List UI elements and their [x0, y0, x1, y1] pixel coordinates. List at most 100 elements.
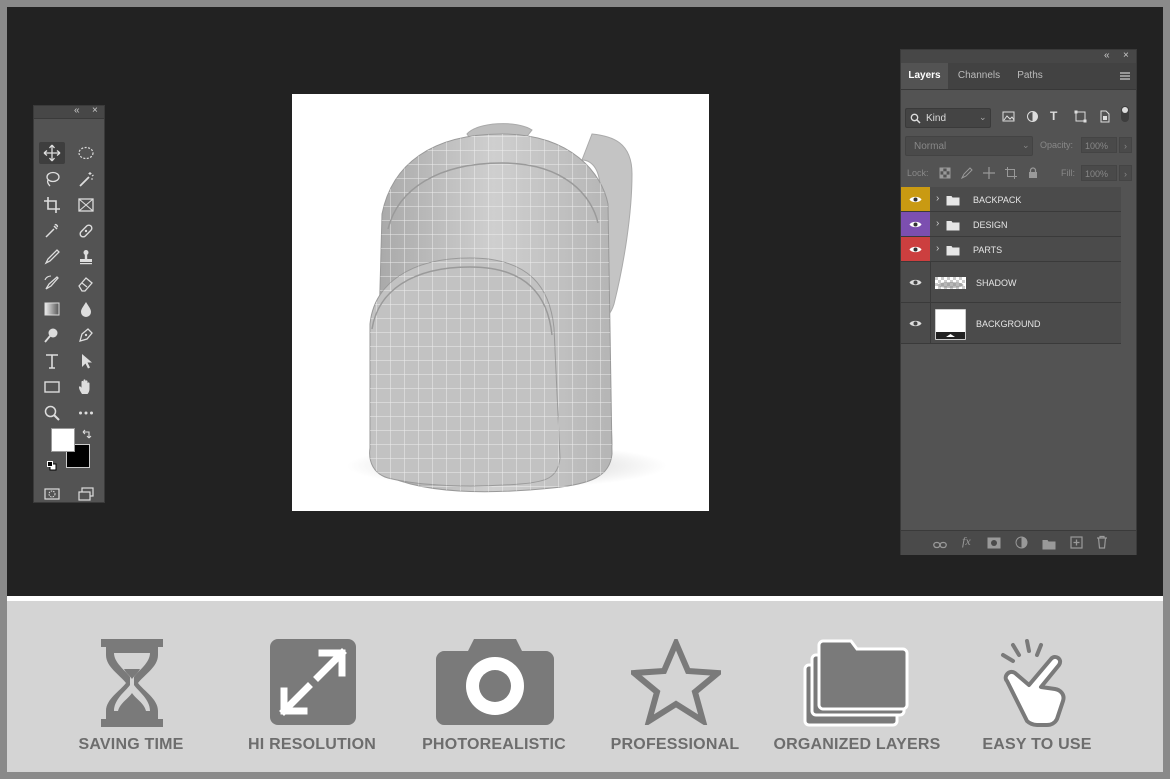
feature-label: PHOTOREALISTIC — [422, 736, 566, 753]
delete-layer-icon[interactable] — [1096, 535, 1108, 554]
healing-brush-icon[interactable] — [73, 220, 99, 242]
tab-channels[interactable]: Channels — [951, 63, 1007, 89]
tab-paths[interactable]: Paths — [1011, 63, 1049, 89]
filter-pixel-icon[interactable] — [1002, 110, 1015, 128]
tab-layers[interactable]: Layers — [901, 63, 948, 89]
lasso-tool-icon[interactable] — [39, 168, 65, 190]
expand-chevron-icon[interactable]: › — [936, 243, 939, 254]
chevron-down-icon: ⌄ — [1022, 140, 1030, 150]
filter-kind-select[interactable]: Kind ⌄ — [905, 108, 991, 128]
fill-dropdown-icon[interactable]: › — [1119, 165, 1132, 181]
new-group-icon[interactable] — [1042, 537, 1056, 555]
dodge-tool-icon[interactable] — [39, 324, 65, 346]
feature-label: EASY TO USE — [982, 736, 1092, 753]
folder-icon — [946, 218, 960, 236]
move-tool-icon[interactable] — [39, 142, 65, 164]
swap-colors-icon[interactable] — [81, 427, 93, 445]
visibility-eye-icon[interactable] — [901, 303, 931, 343]
layer-thumbnail — [935, 276, 966, 294]
brush-tool-icon[interactable] — [39, 246, 65, 268]
filter-smart-object-icon[interactable] — [1098, 110, 1111, 128]
folder-icon — [946, 193, 960, 211]
new-layer-icon[interactable] — [1070, 536, 1083, 554]
filter-toggle[interactable] — [1121, 106, 1129, 122]
marquee-tool-icon[interactable] — [73, 142, 99, 164]
link-layers-icon[interactable] — [933, 537, 947, 555]
camera-icon — [436, 639, 554, 725]
gradient-tool-icon[interactable] — [39, 298, 65, 320]
filter-type-icon[interactable]: T — [1050, 109, 1057, 123]
star-icon — [631, 639, 721, 725]
feature-label: ORGANIZED LAYERS — [773, 736, 941, 753]
frame-tool-icon[interactable] — [73, 194, 99, 216]
expand-chevron-icon[interactable]: › — [936, 218, 939, 229]
expand-chevron-icon[interactable]: › — [936, 193, 939, 204]
chevron-down-icon: ⌄ — [979, 112, 987, 122]
more-tools-icon[interactable] — [73, 402, 99, 424]
layer-row-design[interactable]: › DESIGN — [901, 212, 1121, 237]
document-canvas[interactable] — [292, 94, 709, 511]
layer-row-parts[interactable]: › PARTS — [901, 237, 1121, 262]
close-icon[interactable]: × — [92, 105, 98, 116]
lock-label: Lock: — [907, 168, 929, 178]
photoshop-workspace: « × « × Layers Channels Paths Kind ⌄ T N… — [7, 7, 1163, 596]
folders-icon — [803, 639, 909, 727]
crop-tool-icon[interactable] — [39, 194, 65, 216]
collapse-icon[interactable]: « — [1104, 50, 1110, 61]
filter-shape-icon[interactable] — [1074, 110, 1087, 128]
lock-position-icon[interactable] — [983, 166, 995, 184]
lock-transparent-icon[interactable] — [939, 166, 951, 184]
foreground-color-swatch[interactable] — [51, 428, 75, 452]
layer-row-backpack[interactable]: › BACKPACK — [901, 187, 1121, 212]
layer-name: DESIGN — [973, 220, 1008, 230]
stamp-tool-icon[interactable] — [73, 246, 99, 268]
layers-panel-header[interactable]: « × — [901, 50, 1136, 63]
pen-tool-icon[interactable] — [73, 324, 99, 346]
layer-name: BACKPACK — [973, 195, 1022, 205]
feature-label: PROFESSIONAL — [610, 736, 740, 753]
rectangle-tool-icon[interactable] — [39, 376, 65, 398]
layer-name: PARTS — [973, 245, 1003, 255]
fill-label: Fill: — [1061, 168, 1075, 178]
layer-row-background[interactable]: BACKGROUND — [901, 303, 1121, 344]
lock-image-icon[interactable] — [960, 166, 973, 184]
default-colors-icon[interactable] — [47, 458, 57, 476]
quick-mask-icon[interactable] — [39, 483, 65, 505]
tools-panel-header[interactable]: « × — [34, 105, 104, 119]
layers-panel: « × Layers Channels Paths Kind ⌄ T Norma… — [900, 49, 1137, 555]
layer-row-shadow[interactable]: SHADOW — [901, 262, 1121, 303]
fill-input[interactable]: 100% — [1081, 165, 1117, 181]
hand-tool-icon[interactable] — [73, 376, 99, 398]
adjustment-layer-icon[interactable] — [1015, 536, 1028, 554]
add-mask-icon[interactable] — [987, 536, 1001, 554]
visibility-eye-icon[interactable] — [901, 237, 930, 261]
path-selection-icon[interactable] — [73, 350, 99, 372]
panel-menu-icon[interactable] — [1119, 69, 1131, 87]
zoom-tool-icon[interactable] — [39, 402, 65, 424]
history-brush-icon[interactable] — [39, 272, 65, 294]
eraser-tool-icon[interactable] — [73, 272, 99, 294]
type-tool-icon[interactable] — [39, 350, 65, 372]
eyedropper-tool-icon[interactable] — [39, 220, 65, 242]
opacity-dropdown-icon[interactable]: › — [1119, 137, 1132, 153]
filter-kind-label: Kind — [926, 113, 947, 124]
close-icon[interactable]: × — [1123, 50, 1129, 61]
layer-thumbnail — [934, 308, 967, 345]
magic-wand-icon[interactable] — [73, 168, 99, 190]
lock-artboard-icon[interactable] — [1005, 166, 1017, 184]
fx-icon[interactable]: fx — [962, 534, 971, 549]
blur-tool-icon[interactable] — [73, 298, 99, 320]
lock-all-icon[interactable] — [1027, 166, 1039, 184]
expand-icon — [270, 639, 356, 725]
panel-tabs: Layers Channels Paths — [901, 63, 1136, 90]
screen-mode-icon[interactable] — [73, 483, 99, 505]
filter-adjustment-icon[interactable] — [1026, 110, 1039, 128]
blend-mode-select[interactable]: Normal ⌄ — [905, 136, 1033, 156]
layer-name: BACKGROUND — [976, 319, 1041, 329]
visibility-eye-icon[interactable] — [901, 262, 931, 302]
visibility-eye-icon[interactable] — [901, 212, 930, 236]
collapse-icon[interactable]: « — [74, 105, 80, 116]
opacity-input[interactable]: 100% — [1081, 137, 1117, 153]
mockup-frame: « × « × Layers Channels Paths Kind ⌄ T N… — [0, 0, 1170, 779]
visibility-eye-icon[interactable] — [901, 187, 930, 211]
